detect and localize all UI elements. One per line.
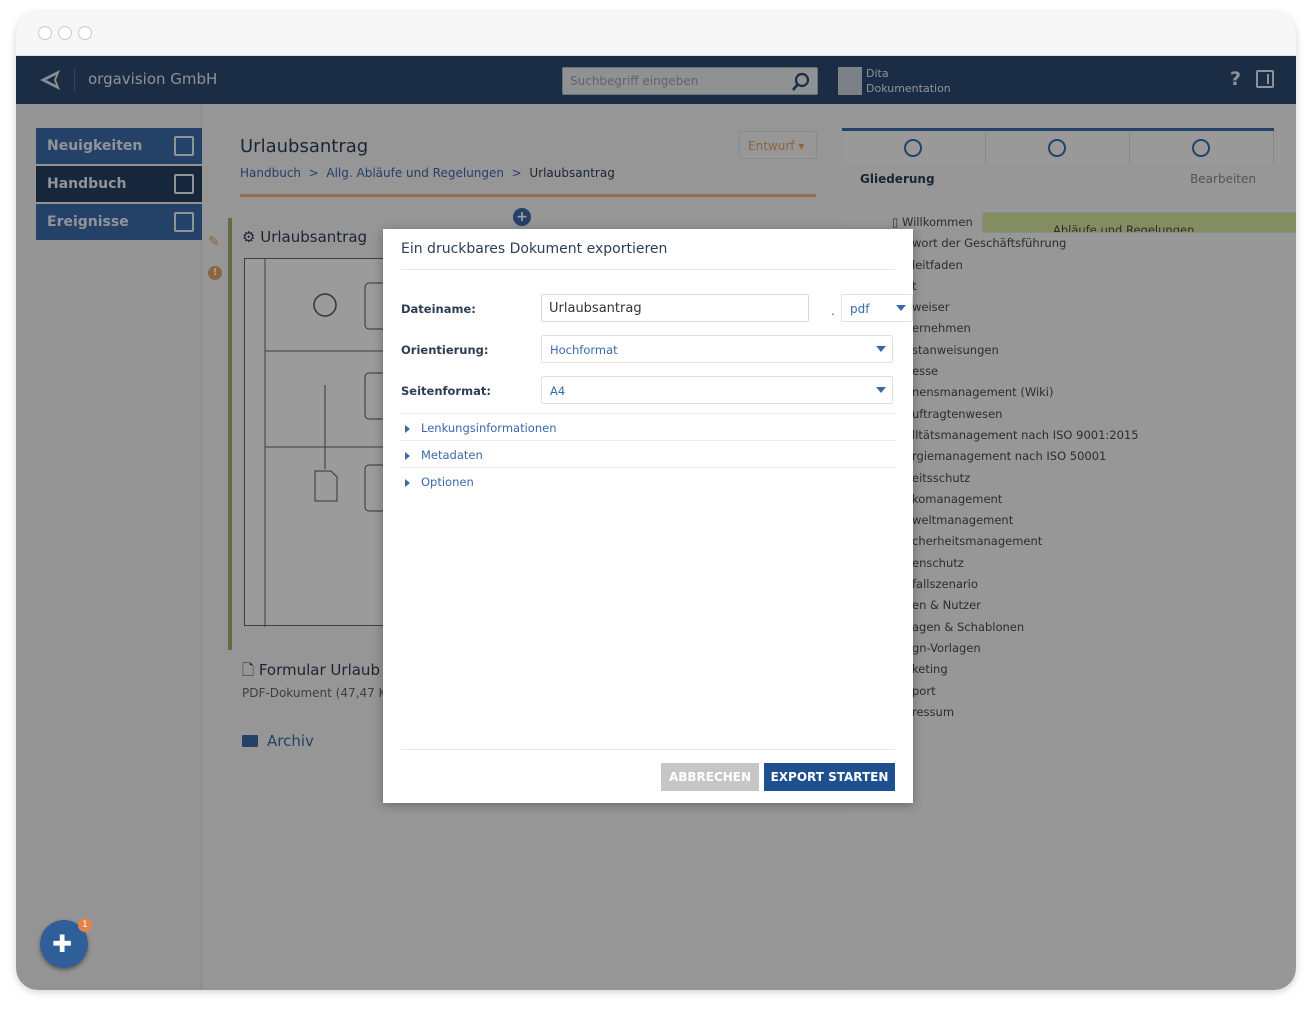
section-label: Metadaten: [421, 448, 483, 462]
orientation-select[interactable]: Hochformat: [541, 335, 893, 363]
window-maximize-dot[interactable]: [78, 26, 92, 40]
format-value: pdf: [850, 302, 870, 316]
section-optionen[interactable]: Optionen: [401, 467, 895, 494]
export-dialog: Ein druckbares Dokument exportieren Date…: [383, 229, 913, 803]
quick-action-button[interactable]: ✚ 1: [40, 918, 92, 968]
chevron-down-icon: [876, 387, 886, 393]
orientation-row: Orientierung: Hochformat: [401, 335, 895, 365]
window-chrome: [16, 12, 1296, 56]
divider: [401, 749, 895, 750]
app: orgavision GmbH Suchbegriff eingeben Dit…: [16, 56, 1296, 990]
section-label: Lenkungsinformationen: [421, 421, 557, 435]
export-button[interactable]: EXPORT STARTEN: [764, 763, 895, 791]
orientation-value: Hochformat: [550, 343, 618, 357]
filename-row: Dateiname: Urlaubsantrag . pdf: [401, 294, 913, 324]
extension-separator: .: [831, 304, 835, 318]
divider: [401, 269, 895, 270]
notification-badge: 1: [78, 918, 92, 932]
expand-arrow-icon: [405, 425, 410, 433]
pageformat-row: Seitenformat: A4: [401, 376, 895, 406]
browser-window: orgavision GmbH Suchbegriff eingeben Dit…: [16, 12, 1296, 990]
filename-input[interactable]: Urlaubsantrag: [541, 294, 809, 322]
section-metadaten[interactable]: Metadaten: [401, 440, 895, 467]
pageformat-label: Seitenformat:: [401, 384, 491, 398]
window-minimize-dot[interactable]: [58, 26, 72, 40]
dialog-title: Ein druckbares Dokument exportieren: [401, 241, 668, 257]
section-label: Optionen: [421, 475, 474, 489]
window-close-dot[interactable]: [38, 26, 52, 40]
pageformat-select[interactable]: A4: [541, 376, 893, 404]
cancel-button[interactable]: ABBRECHEN: [661, 763, 759, 791]
format-select[interactable]: pdf: [841, 294, 913, 322]
chevron-down-icon: [876, 346, 886, 352]
chevron-down-icon: [896, 305, 906, 311]
filename-label: Dateiname:: [401, 302, 476, 316]
expand-arrow-icon: [405, 452, 410, 460]
pageformat-value: A4: [550, 384, 566, 398]
expand-arrow-icon: [405, 479, 410, 487]
orientation-label: Orientierung:: [401, 343, 489, 357]
section-lenkungsinformationen[interactable]: Lenkungsinformationen: [401, 413, 895, 440]
signpost-icon: ✚: [52, 930, 73, 958]
